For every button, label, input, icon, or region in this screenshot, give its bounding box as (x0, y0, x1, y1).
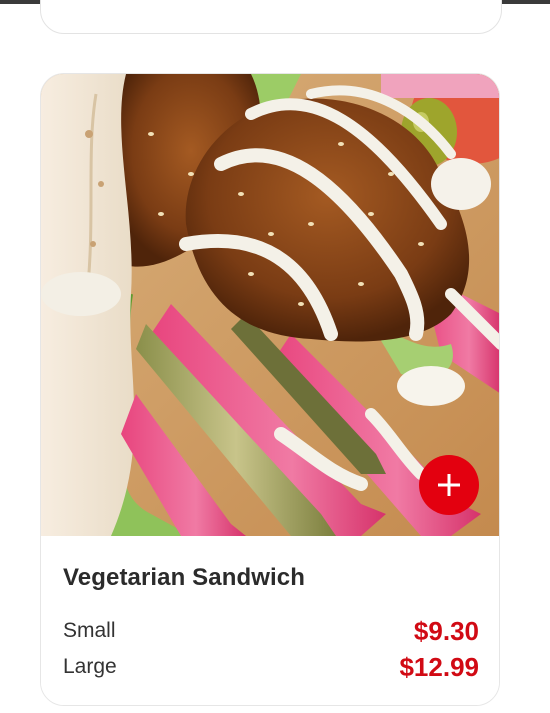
previous-menu-card[interactable] (40, 0, 502, 34)
menu-item-card[interactable]: Vegetarian Sandwich Small $9.30 Large $1… (40, 73, 500, 706)
card-details: Vegetarian Sandwich Small $9.30 Large $1… (41, 536, 499, 705)
size-label: Small (63, 619, 116, 642)
size-label: Large (63, 655, 117, 678)
size-price: $9.30 (413, 615, 479, 646)
add-to-cart-button[interactable] (419, 455, 479, 515)
size-option-large[interactable]: Large $12.99 (63, 650, 479, 684)
plus-icon (438, 474, 460, 496)
size-price: $12.99 (399, 651, 479, 682)
size-option-small[interactable]: Small $9.30 (63, 614, 479, 648)
item-title: Vegetarian Sandwich (63, 564, 305, 591)
